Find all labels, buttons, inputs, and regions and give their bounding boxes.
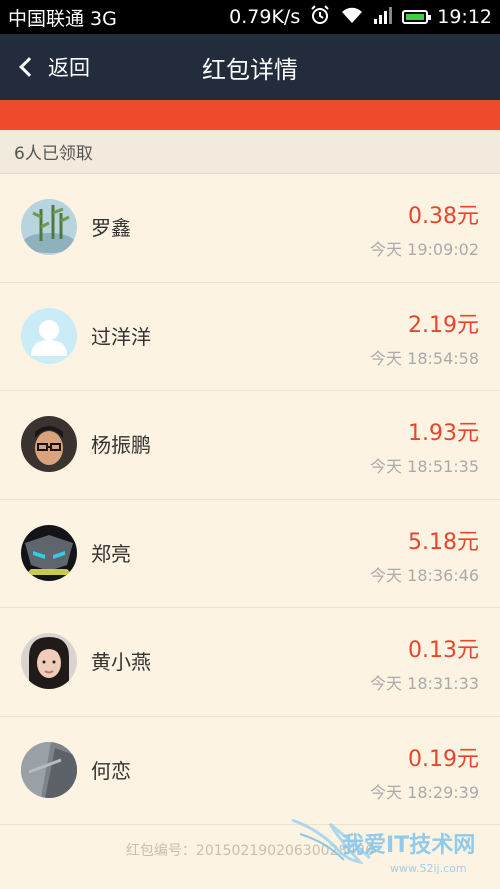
claim-time: 今天 18:51:35 — [370, 457, 479, 476]
claim-time: 今天 18:54:58 — [370, 348, 479, 368]
claim-amount: 0.13元 — [408, 638, 479, 663]
claim-amount: 1.93元 — [408, 421, 479, 446]
claim-time: 今天 18:29:39 — [370, 782, 479, 802]
status-right: 0.79K/s 19:12 — [229, 4, 492, 31]
grey-photo-avatar[interactable] — [21, 741, 77, 798]
glasses-man-photo-avatar[interactable] — [21, 416, 77, 472]
claimed-count: 6人已领取 — [0, 130, 500, 174]
woman-photo-avatar[interactable] — [21, 633, 77, 689]
back-label: 返回 — [48, 56, 90, 80]
claim-list: 罗鑫 0.38元 今天 19:09:02 过洋洋 2.19元 今天 18:54:… — [0, 174, 500, 825]
claim-amount: 2.19元 — [408, 312, 479, 338]
status-bar: 中国联通 3G 0.79K/s 19:12 — [0, 0, 500, 34]
robot-photo-avatar[interactable] — [21, 524, 77, 581]
site-watermark-logo: 我爱IT技术网 www.52ij.com — [290, 810, 495, 885]
wifi-icon — [340, 5, 364, 30]
network-speed: 0.79K/s — [229, 6, 301, 28]
back-button[interactable]: 返回 — [16, 34, 90, 100]
list-item[interactable]: 黄小燕 0.13元 今天 18:31:33 — [0, 608, 500, 717]
watermark-text: 我爱IT技术网 — [342, 833, 475, 858]
claim-time: 今天 18:36:46 — [370, 565, 479, 585]
alarm-icon — [309, 4, 331, 31]
claim-amount: 5.18元 — [408, 529, 479, 555]
claimer-name: 何恋 — [91, 758, 131, 783]
watermark-site: www.52ij.com — [390, 862, 467, 875]
red-envelope-band — [0, 100, 500, 130]
battery-icon — [402, 10, 432, 24]
list-item[interactable]: 过洋洋 2.19元 今天 18:54:58 — [0, 283, 500, 391]
claimer-name: 杨振鹏 — [91, 433, 151, 457]
list-item[interactable]: 郑亮 5.18元 今天 18:36:46 — [0, 500, 500, 608]
bamboo-photo-avatar[interactable] — [21, 199, 77, 255]
clock-time: 19:12 — [437, 6, 492, 28]
claim-time: 今天 19:09:02 — [370, 240, 479, 259]
nav-bar: 返回 红包详情 — [0, 34, 500, 100]
list-item[interactable]: 杨振鹏 1.93元 今天 18:51:35 — [0, 391, 500, 500]
claim-amount: 0.19元 — [408, 746, 479, 772]
carrier-label: 中国联通 3G — [8, 7, 117, 30]
claimer-name: 黄小燕 — [91, 650, 151, 674]
default-person-avatar[interactable] — [21, 307, 77, 364]
chevron-left-icon — [19, 57, 39, 77]
claim-time: 今天 18:31:33 — [370, 674, 479, 693]
signal-icon — [373, 6, 393, 29]
claimer-name: 罗鑫 — [91, 216, 131, 240]
list-item[interactable]: 罗鑫 0.38元 今天 19:09:02 — [0, 174, 500, 283]
claimer-name: 郑亮 — [91, 541, 131, 566]
list-item[interactable]: 何恋 0.19元 今天 18:29:39 — [0, 717, 500, 825]
claimer-name: 过洋洋 — [91, 324, 151, 349]
claim-amount: 0.38元 — [408, 204, 479, 229]
